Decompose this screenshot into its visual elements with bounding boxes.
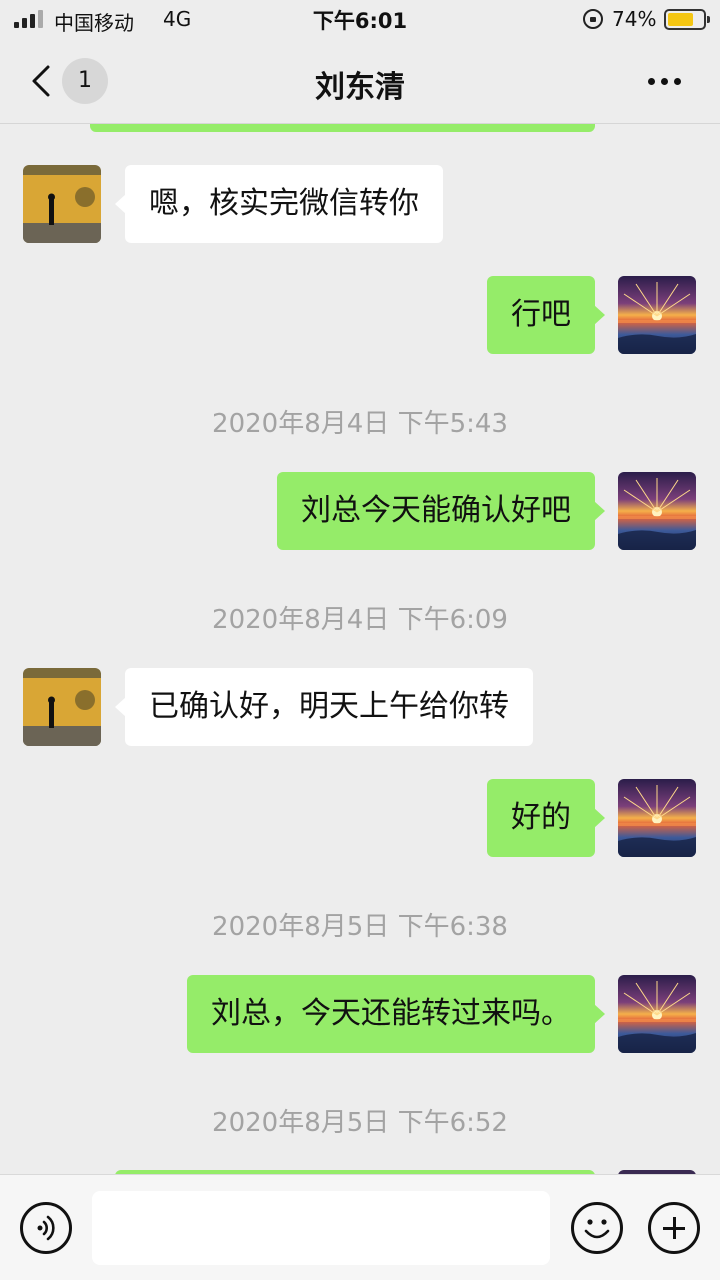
voice-icon[interactable] [20, 1202, 72, 1254]
my-avatar[interactable] [618, 779, 696, 857]
message-input[interactable] [92, 1191, 550, 1265]
message-timestamp: 2020年8月5日 下午6:38 [212, 912, 508, 942]
sent-message-bubble[interactable]: 刘总今天能确认好吧 [277, 472, 605, 550]
contact-avatar[interactable] [23, 668, 101, 746]
battery-percent: 74% [612, 7, 657, 31]
my-avatar[interactable] [618, 472, 696, 550]
sent-message-bubble[interactable]: 好的 [487, 779, 605, 857]
my-avatar[interactable] [618, 276, 696, 354]
ellipsis-icon[interactable] [648, 78, 681, 85]
received-message-bubble[interactable]: 嗯，核实完微信转你 [115, 165, 443, 243]
emoji-icon[interactable] [571, 1202, 623, 1254]
status-bar: 中国移动 4G 下午6:01 74% [0, 0, 720, 40]
message-timestamp: 2020年8月4日 下午5:43 [212, 409, 508, 439]
plus-icon[interactable] [648, 1202, 700, 1254]
received-message-bubble[interactable]: 已确认好，明天上午给你转 [115, 668, 533, 746]
message-list[interactable]: 嗯，核实完微信转你 行吧 2020年8月4日 下午5:43 刘总今天能确认好吧 … [0, 124, 720, 1174]
chat-header: 1 刘东清 [0, 40, 720, 124]
battery-icon [664, 9, 710, 30]
sent-message-bubble[interactable]: 刘总，今天还能转过来吗。 [187, 975, 605, 1053]
chat-title: 刘东清 [315, 70, 405, 105]
message-timestamp: 2020年8月5日 下午6:52 [212, 1108, 508, 1138]
rotation-lock-icon [583, 9, 603, 29]
partial-sent-bubble [90, 124, 595, 132]
input-bar [0, 1174, 720, 1280]
sent-message-bubble[interactable]: 行吧 [487, 276, 605, 354]
message-timestamp: 2020年8月4日 下午6:09 [212, 605, 508, 635]
contact-avatar[interactable] [23, 165, 101, 243]
my-avatar[interactable] [618, 975, 696, 1053]
battery-fill [668, 13, 694, 26]
